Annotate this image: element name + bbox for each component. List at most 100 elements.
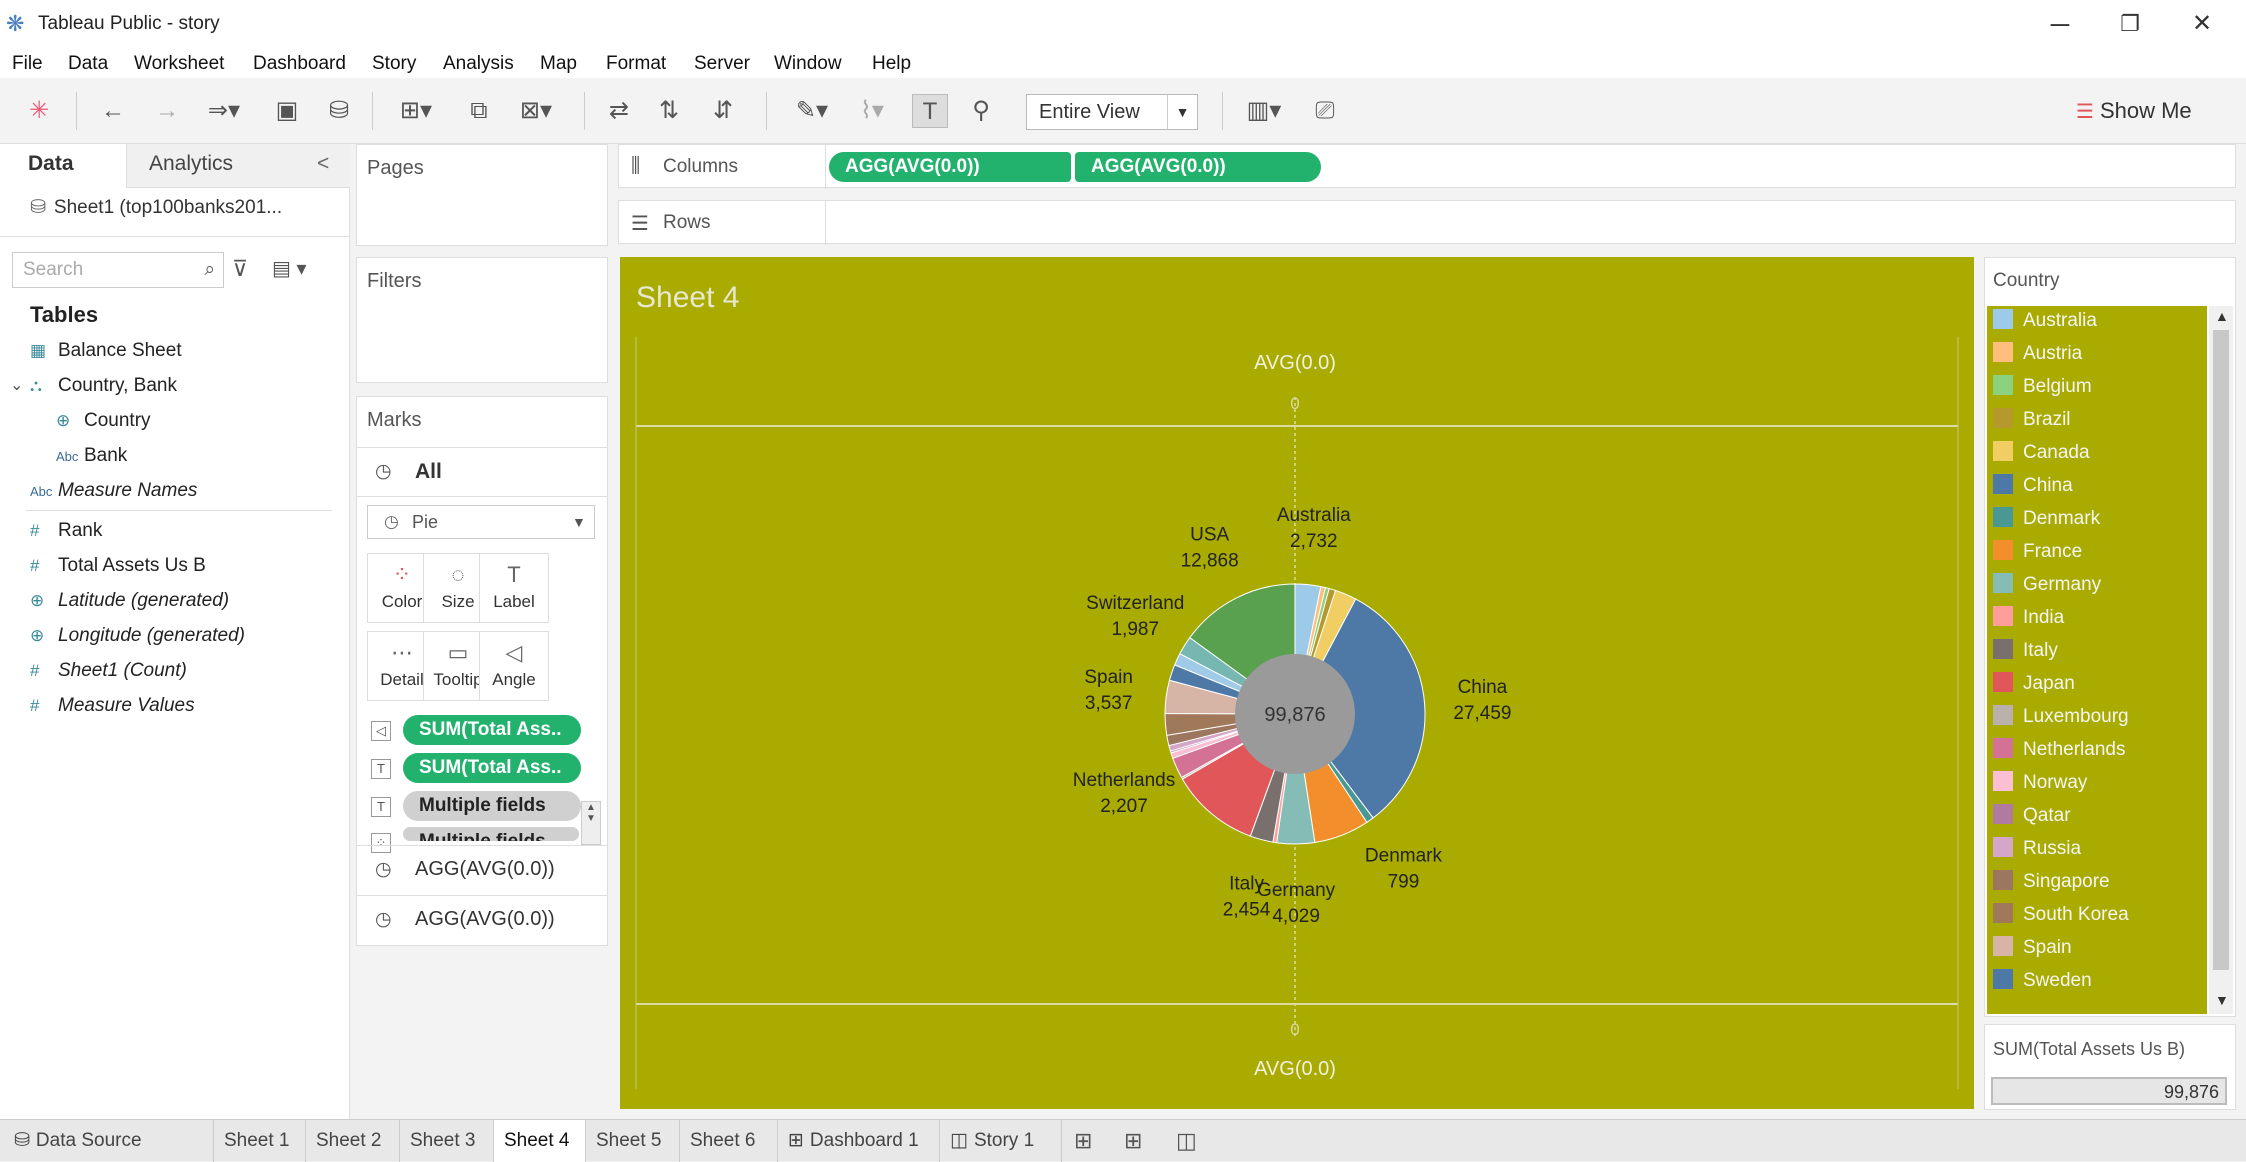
viz-canvas[interactable]: Sheet 4 AVG(0.0) 0 0 AVG(0.0) 99,876 Aus… (620, 257, 1974, 1109)
undo-icon[interactable]: ← (96, 94, 130, 128)
menu-dashboard[interactable]: Dashboard (253, 50, 346, 78)
legend-item[interactable]: Spain (1993, 933, 2072, 963)
group-members-icon[interactable]: ⌇▾ (846, 94, 898, 128)
tab-sheet-4[interactable]: Sheet 4 (494, 1120, 586, 1162)
menu-analysis[interactable]: Analysis (443, 50, 514, 78)
legend-item[interactable]: Brazil (1993, 405, 2071, 435)
legend-item[interactable]: Qatar (1993, 801, 2071, 831)
legend-item[interactable]: Japan (1993, 669, 2075, 699)
menu-map[interactable]: Map (540, 50, 577, 78)
tab-data[interactable]: Data (0, 144, 126, 188)
scroll-down-icon[interactable]: ▼ (2215, 992, 2229, 1008)
legend-item[interactable]: Australia (1993, 306, 2097, 336)
duplicate-sheet-icon[interactable]: ⧉ (462, 94, 496, 128)
menu-worksheet[interactable]: Worksheet (134, 50, 224, 78)
menu-data[interactable]: Data (68, 50, 108, 78)
expand-icon[interactable]: ⌄ (10, 375, 23, 395)
new-story-tab-icon[interactable]: ◫ (1176, 1128, 1197, 1154)
legend-item[interactable]: Luxembourg (1993, 702, 2129, 732)
pages-shelf[interactable]: Pages (356, 144, 608, 246)
tab-sheet-1[interactable]: Sheet 1 (214, 1120, 306, 1162)
menu-help[interactable]: Help (872, 50, 911, 78)
legend-item[interactable]: Italy (1993, 636, 2058, 666)
tab-analytics[interactable]: Analytics < (126, 144, 350, 188)
pie-chart[interactable]: AVG(0.0) 0 0 AVG(0.0) 99,876 Australia 2,… (620, 257, 1974, 1109)
highlight-icon[interactable]: ✎▾ (786, 94, 838, 128)
marks-angle-button[interactable]: ◁ Angle (479, 631, 549, 701)
marks-pill[interactable]: Multiple fields (403, 791, 581, 821)
tab-story-1[interactable]: ◫ Story 1 (940, 1120, 1062, 1162)
menu-story[interactable]: Story (372, 50, 416, 78)
mark-type-dropdown[interactable]: ◷ Pie ▼ (367, 505, 595, 539)
marks-all-row[interactable]: ◷ All (357, 447, 607, 497)
legend-item[interactable]: Austria (1993, 339, 2082, 369)
legend-item[interactable]: Denmark (1993, 504, 2100, 534)
marks-layer-1[interactable]: ◷ AGG(AVG(0.0)) (357, 845, 607, 895)
tab-data-source[interactable]: ⛁ Data Source (0, 1120, 214, 1162)
minimize-button[interactable]: ─ (2030, 6, 2090, 42)
fix-axes-icon[interactable]: ⚲ (964, 94, 998, 128)
collapse-pane-icon[interactable]: < (317, 152, 329, 176)
tab-sheet-6[interactable]: Sheet 6 (680, 1120, 778, 1162)
legend-item[interactable]: Russia (1993, 834, 2081, 864)
field-latitude-generated-[interactable]: ⊕ Latitude (generated) (30, 590, 229, 612)
tab-sheet-3[interactable]: Sheet 3 (400, 1120, 494, 1162)
columns-shelf[interactable]: ⫼ Columns AGG(AVG(0.0)) AGG(AVG(0.0)) (618, 144, 2236, 189)
field-bank[interactable]: Abc Bank (56, 445, 127, 467)
pills-scrollbar[interactable]: ▲ ▼ (581, 801, 601, 845)
chevron-down-icon[interactable]: ▼ (572, 514, 586, 530)
sort-ascending-icon[interactable]: ⇅ (652, 94, 686, 128)
view-options-icon[interactable]: ▤ ▾ (272, 256, 307, 281)
field-balance-sheet[interactable]: ▦ Balance Sheet (30, 340, 182, 362)
menu-server[interactable]: Server (694, 50, 750, 78)
legend-scrollbar[interactable]: ▲ ▼ (2209, 306, 2233, 1014)
tab-sheet-5[interactable]: Sheet 5 (586, 1120, 680, 1162)
legend-item[interactable]: Norway (1993, 768, 2087, 798)
redo-icon[interactable]: → (150, 94, 184, 128)
columns-pill[interactable]: AGG(AVG(0.0)) (829, 152, 1071, 182)
field-longitude-generated-[interactable]: ⊕ Longitude (generated) (30, 625, 245, 647)
legend-item[interactable]: India (1993, 603, 2064, 633)
legend-item[interactable]: Sweden (1993, 966, 2092, 996)
field-measure-names[interactable]: Abc Measure Names (30, 480, 197, 502)
show-me-button[interactable]: ☰ Show Me (2076, 94, 2236, 128)
show-mark-labels-icon[interactable]: T (912, 94, 948, 128)
tableau-home-icon[interactable]: ✳ (22, 94, 56, 128)
filters-shelf[interactable]: Filters (356, 257, 608, 383)
chevron-down-icon[interactable]: ▼ (1167, 95, 1197, 129)
scroll-thumb[interactable] (2213, 330, 2229, 970)
legend-item[interactable]: Netherlands (1993, 735, 2125, 765)
field-rank[interactable]: # Rank (30, 520, 102, 542)
menu-file[interactable]: File (12, 50, 43, 78)
search-input[interactable]: Search ⌕ (12, 252, 224, 288)
legend-item[interactable]: Belgium (1993, 372, 2092, 402)
legend-item[interactable]: Singapore (1993, 867, 2110, 897)
field-total-assets-us-b[interactable]: # Total Assets Us B (30, 555, 206, 577)
legend-item[interactable]: Germany (1993, 570, 2101, 600)
new-dashboard-tab-icon[interactable]: ⊞ (1124, 1128, 1142, 1154)
field-sheet1-count-[interactable]: # Sheet1 (Count) (30, 660, 187, 682)
columns-pill[interactable]: AGG(AVG(0.0)) (1075, 152, 1321, 182)
legend-item[interactable]: Canada (1993, 438, 2090, 468)
menu-window[interactable]: Window (774, 50, 842, 78)
close-button[interactable]: ✕ (2172, 6, 2232, 42)
legend-item[interactable]: South Korea (1993, 900, 2129, 930)
menu-format[interactable]: Format (606, 50, 666, 78)
marks-pill[interactable]: SUM(Total Ass.. (403, 715, 581, 745)
marks-label-button[interactable]: T Label (479, 553, 549, 623)
tab-sheet-2[interactable]: Sheet 2 (306, 1120, 400, 1162)
fit-dropdown[interactable]: Entire View ▼ (1026, 94, 1198, 130)
new-worksheet-tab-icon[interactable]: ⊞ (1074, 1128, 1092, 1154)
show-cards-icon[interactable]: ▥▾ (1238, 94, 1290, 128)
marks-layer-2[interactable]: ◷ AGG(AVG(0.0)) (357, 895, 607, 945)
clear-sheet-icon[interactable]: ⊠▾ (510, 94, 562, 128)
marks-pill[interactable]: SUM(Total Ass.. (403, 753, 581, 783)
restore-button[interactable]: ❐ (2100, 6, 2160, 42)
rows-shelf[interactable]: ☰ Rows (618, 200, 2236, 245)
marks-pill[interactable]: Multiple fields (403, 827, 579, 841)
datasource-item[interactable]: ⛁ Sheet1 (top100banks201... (30, 196, 282, 219)
presentation-mode-icon[interactable]: ⎚ (1308, 94, 1342, 128)
legend-item[interactable]: France (1993, 537, 2082, 567)
field-measure-values[interactable]: # Measure Values (30, 695, 195, 717)
scroll-up-icon[interactable]: ▲ (2215, 308, 2229, 324)
